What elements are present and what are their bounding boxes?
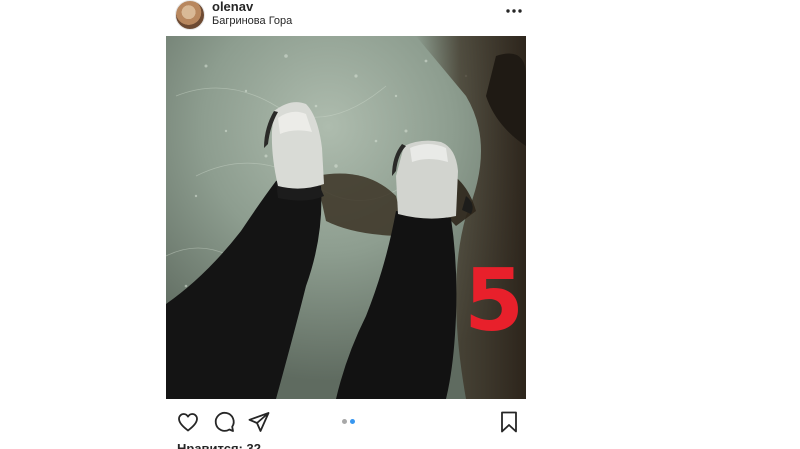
more-options-button[interactable] bbox=[504, 4, 524, 18]
post-header: olenav Багринова Гора bbox=[174, 0, 526, 32]
bookmark-icon bbox=[501, 411, 517, 433]
comment-button[interactable] bbox=[212, 410, 236, 434]
comment-icon bbox=[214, 411, 235, 432]
likes-count[interactable]: Нравится: 32 bbox=[177, 441, 261, 449]
action-bar bbox=[166, 404, 526, 436]
heart-icon bbox=[178, 413, 198, 432]
instagram-post: olenav Багринова Гора 5 Нравится: 32 bbox=[0, 0, 800, 449]
like-button[interactable] bbox=[176, 410, 200, 434]
location[interactable]: Багринова Гора bbox=[212, 14, 292, 28]
username[interactable]: olenav bbox=[212, 0, 253, 15]
share-button[interactable] bbox=[247, 410, 271, 434]
avatar[interactable] bbox=[175, 0, 205, 30]
save-button[interactable] bbox=[497, 410, 521, 434]
overlay-number: 5 bbox=[464, 251, 524, 351]
more-dots-icon bbox=[506, 9, 522, 13]
carousel-dot-1 bbox=[342, 419, 347, 424]
share-icon bbox=[248, 412, 270, 432]
carousel-dot-2 bbox=[350, 419, 355, 424]
carousel-indicator bbox=[342, 418, 362, 426]
